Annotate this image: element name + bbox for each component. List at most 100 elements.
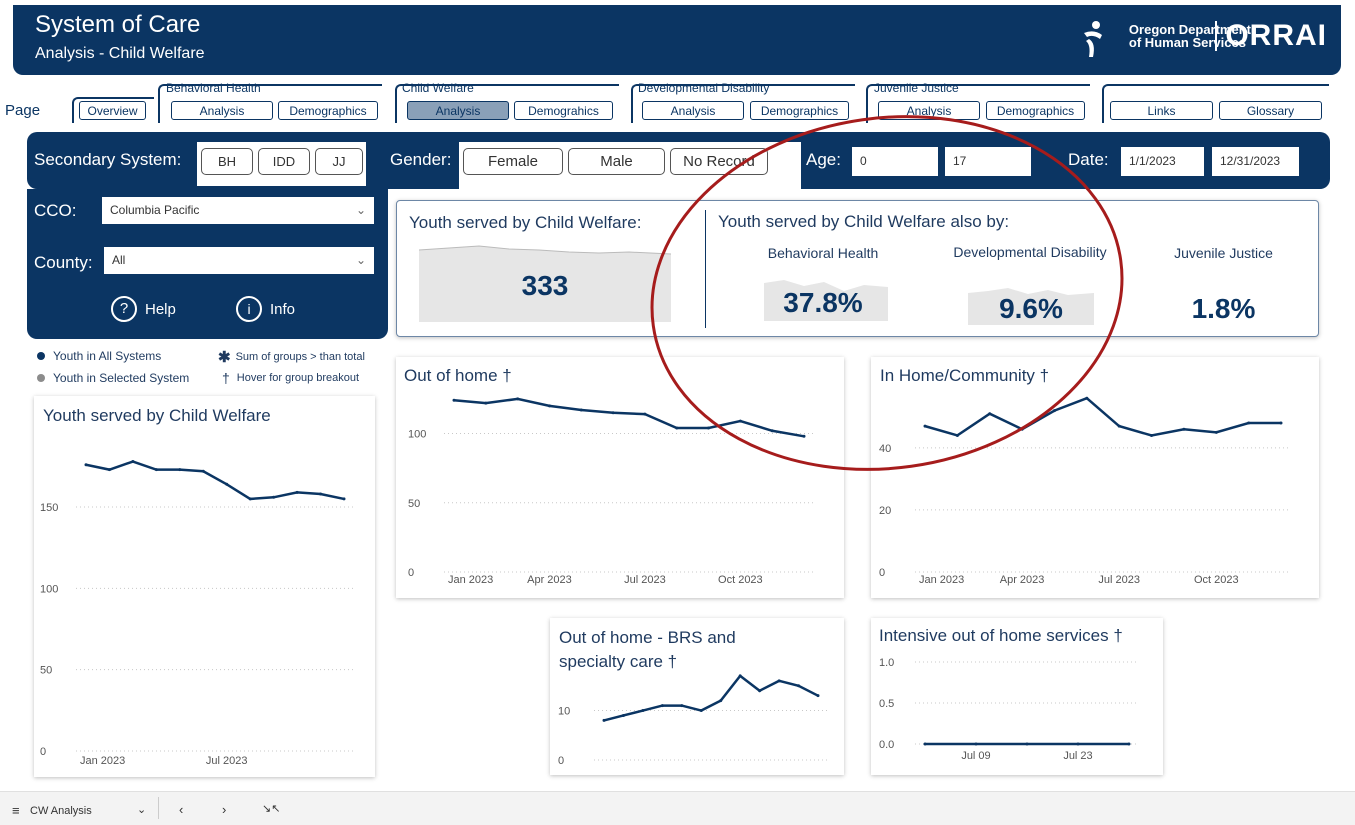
previous-page-icon[interactable]: ‹ bbox=[179, 802, 183, 817]
y-tick-label: 10 bbox=[558, 706, 570, 718]
series-line bbox=[603, 674, 819, 722]
data-point bbox=[579, 408, 583, 412]
report-header: System of Care Analysis - Child Welfare … bbox=[13, 5, 1341, 75]
data-point bbox=[621, 713, 625, 717]
data-point bbox=[295, 490, 299, 494]
date-end-input[interactable]: 12/31/2023 bbox=[1212, 147, 1299, 176]
kpi-served-label: Youth served by Child Welfare: bbox=[409, 213, 642, 232]
x-tick-label: Jul 09 bbox=[961, 750, 990, 762]
bh-group-label: Behavioral Health bbox=[166, 81, 261, 95]
x-tick-label: Jul 2023 bbox=[206, 755, 248, 767]
help-button[interactable]: ? Help bbox=[111, 296, 176, 322]
data-point bbox=[816, 694, 820, 698]
data-point bbox=[1279, 421, 1283, 425]
cco-dropdown[interactable]: Columbia Pacific ⌄ bbox=[102, 197, 374, 224]
legend-all-label: Youth in All Systems bbox=[53, 349, 162, 363]
data-point bbox=[1076, 742, 1080, 746]
legend-selected-system: Youth in Selected System bbox=[37, 371, 189, 385]
county-label: County: bbox=[34, 253, 93, 272]
y-tick-label: 0 bbox=[408, 567, 414, 579]
legend-hover-note: † Hover for group breakout bbox=[222, 370, 359, 386]
cw-analysis-button[interactable]: Analysis bbox=[407, 101, 509, 120]
info-icon: i bbox=[236, 296, 262, 322]
data-point bbox=[611, 411, 615, 415]
county-value: All bbox=[112, 253, 126, 267]
help-label: Help bbox=[145, 300, 176, 318]
info-label: Info bbox=[270, 300, 296, 318]
data-point bbox=[484, 401, 488, 405]
gender-female-option[interactable]: Female bbox=[463, 148, 563, 175]
page-menu-icon[interactable]: ≡ bbox=[12, 803, 20, 818]
orrai-logo: ORRAI bbox=[1215, 21, 1327, 51]
cw-group-label: Child Welfare bbox=[402, 81, 474, 95]
overview-button[interactable]: Overview bbox=[79, 101, 146, 120]
legend-hover-label: Hover for group breakout bbox=[236, 372, 360, 384]
bh-demographics-button[interactable]: Demographics bbox=[278, 101, 378, 120]
y-tick-label: 0 bbox=[558, 755, 564, 767]
chart-brs[interactable]: 0 10 bbox=[550, 618, 844, 775]
kpi-served-value: 333 bbox=[521, 270, 569, 301]
legend-dot-navy bbox=[37, 352, 45, 360]
x-tick-label: Jul 2023 bbox=[1098, 574, 1140, 586]
x-tick-label: Apr 2023 bbox=[1000, 574, 1045, 586]
x-tick-label: Apr 2023 bbox=[527, 574, 572, 586]
jj-group-label: Juvenile Justice bbox=[874, 81, 959, 95]
chart-card-intensive: Intensive out of home services † 0.0 0.5 1… bbox=[871, 618, 1163, 775]
data-point bbox=[777, 679, 781, 683]
x-tick-label: Jan 2023 bbox=[448, 574, 493, 586]
data-point bbox=[225, 482, 229, 486]
footer-divider bbox=[158, 797, 159, 819]
data-point bbox=[1127, 742, 1131, 746]
x-tick-label: Jan 2023 bbox=[919, 574, 964, 586]
legend-sum-label: Sum of groups > than total bbox=[235, 351, 365, 363]
county-dropdown[interactable]: All ⌄ bbox=[104, 247, 374, 274]
data-point bbox=[272, 495, 276, 499]
legend-sum-note: ✱ Sum of groups > than total bbox=[218, 348, 365, 366]
data-point bbox=[699, 709, 703, 713]
x-tick-label: Oct 2023 bbox=[718, 574, 763, 586]
data-point bbox=[107, 468, 111, 472]
x-tick-label: Oct 2023 bbox=[1194, 574, 1239, 586]
info-button[interactable]: i Info bbox=[236, 296, 295, 322]
chart-intensive[interactable]: 0.0 0.5 1.0 Jul 09 Jul 23 bbox=[871, 618, 1163, 775]
next-page-icon[interactable]: › bbox=[222, 802, 226, 817]
y-tick-label: 0 bbox=[879, 567, 885, 579]
collapse-icon[interactable]: ↘↖ bbox=[262, 802, 280, 815]
data-point bbox=[758, 689, 762, 693]
data-point bbox=[342, 497, 346, 501]
y-tick-label: 0 bbox=[40, 746, 46, 758]
kpi-jj-label: Juvenile Justice bbox=[1174, 245, 1273, 261]
y-tick-label: 150 bbox=[40, 502, 58, 514]
page-title: System of Care bbox=[35, 11, 201, 38]
page-subtitle: Analysis - Child Welfare bbox=[35, 45, 205, 62]
legend-dot-gray bbox=[37, 374, 45, 382]
data-point bbox=[641, 709, 645, 713]
legend-all-systems: Youth in All Systems bbox=[37, 349, 161, 363]
asterisk-icon: ✱ bbox=[218, 349, 231, 366]
data-point bbox=[516, 397, 520, 401]
data-point bbox=[201, 469, 205, 473]
data-point bbox=[602, 718, 606, 722]
chart-card-served: Youth served by Child Welfare 0 50 100 150 J… bbox=[34, 396, 375, 777]
current-page-name[interactable]: CW Analysis bbox=[30, 805, 92, 817]
data-point bbox=[1182, 427, 1186, 431]
secondary-jj-option[interactable]: JJ bbox=[315, 148, 363, 175]
chart-served[interactable]: 0 50 100 150 Jan 2023 Jul 2023 bbox=[34, 396, 375, 777]
cw-demographics-button[interactable]: Demograhics bbox=[514, 101, 613, 120]
glossary-button[interactable]: Glossary bbox=[1219, 101, 1322, 120]
bh-analysis-button[interactable]: Analysis bbox=[171, 101, 273, 120]
data-point bbox=[178, 468, 182, 472]
secondary-bh-option[interactable]: BH bbox=[201, 148, 253, 175]
page-label: Page bbox=[5, 102, 41, 119]
secondary-idd-option[interactable]: IDD bbox=[258, 148, 310, 175]
data-point bbox=[1247, 421, 1251, 425]
data-point bbox=[547, 404, 551, 408]
dd-group-label: Developmental Disability bbox=[638, 81, 770, 95]
y-tick-label: 50 bbox=[408, 498, 420, 510]
y-tick-label: 50 bbox=[40, 665, 52, 677]
kpi-jj-value: 1.8% bbox=[1191, 293, 1256, 324]
data-point bbox=[797, 684, 801, 688]
page-dropdown-chevron-icon[interactable]: ⌄ bbox=[137, 803, 146, 816]
data-point bbox=[1025, 742, 1029, 746]
odhs-logo-icon bbox=[1084, 21, 1102, 57]
